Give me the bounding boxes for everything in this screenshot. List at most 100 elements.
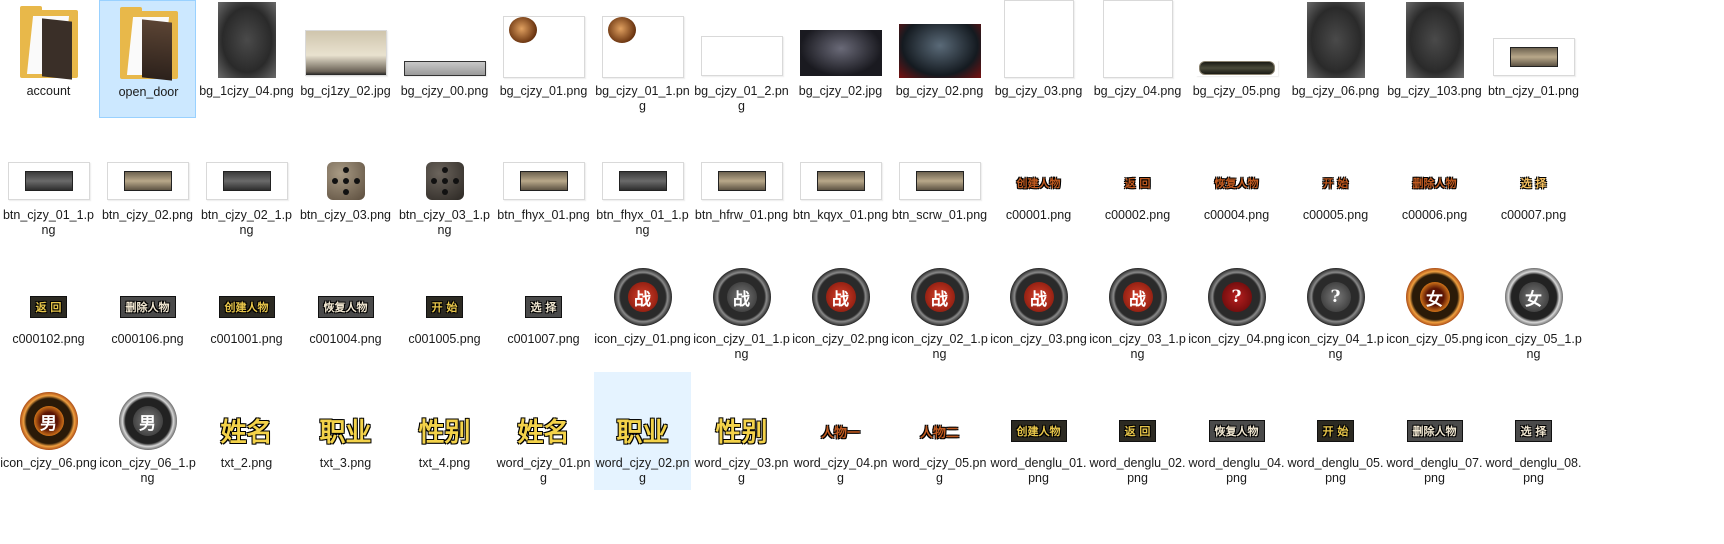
- file-item[interactable]: 选 择 c00007.png: [1485, 124, 1582, 242]
- folder-item[interactable]: account: [0, 0, 97, 118]
- file-item[interactable]: btn_scrw_01.png: [891, 124, 988, 242]
- emblem-glyph: 战: [726, 282, 757, 312]
- file-item[interactable]: 选 择 word_denglu_08.png: [1485, 372, 1582, 490]
- file-item[interactable]: 返 回 c000102.png: [0, 248, 97, 366]
- file-item[interactable]: btn_cjzy_01.png: [1485, 0, 1582, 118]
- file-item[interactable]: bg_cjzy_04.png: [1089, 0, 1186, 118]
- file-item[interactable]: 返 回 c00002.png: [1089, 124, 1186, 242]
- image-thumbnail: 创建人物: [1008, 166, 1070, 200]
- file-item[interactable]: 创建人物 c00001.png: [990, 124, 1087, 242]
- file-name-label: account: [26, 84, 71, 98]
- button-bar-icon: [1509, 47, 1558, 67]
- file-item[interactable]: 返 回 word_denglu_02.png: [1089, 372, 1186, 490]
- file-item[interactable]: 创建人物 c001001.png: [198, 248, 295, 366]
- file-item[interactable]: 删除人物 c00006.png: [1386, 124, 1483, 242]
- file-item[interactable]: 男 icon_cjzy_06_1.png: [99, 372, 196, 490]
- file-item[interactable]: 姓名 word_cjzy_01.png: [495, 372, 592, 490]
- file-item[interactable]: btn_kqyx_01.png: [792, 124, 889, 242]
- file-name-label: c00002.png: [1104, 208, 1171, 222]
- file-item[interactable]: 选 择 c001007.png: [495, 248, 592, 366]
- file-name-label: bg_cj1zy_02.jpg: [300, 84, 391, 98]
- file-item[interactable]: 创建人物 word_denglu_01.png: [990, 372, 1087, 490]
- file-name-label: c00006.png: [1401, 208, 1468, 222]
- file-thumbnail: 创建人物: [990, 124, 1087, 206]
- file-thumbnail: [99, 124, 196, 206]
- file-item[interactable]: 开 始 c001005.png: [396, 248, 493, 366]
- file-item[interactable]: ? icon_cjzy_04.png: [1188, 248, 1285, 366]
- file-item[interactable]: 职业 txt_3.png: [297, 372, 394, 490]
- file-item[interactable]: ? icon_cjzy_04_1.png: [1287, 248, 1384, 366]
- file-item[interactable]: bg_cjzy_05.png: [1188, 0, 1285, 118]
- emblem-icon: ?: [1207, 268, 1266, 326]
- file-item[interactable]: 恢复人物 c001004.png: [297, 248, 394, 366]
- image-text-glyph: 开 始: [425, 296, 464, 318]
- file-name-label: word_denglu_04.png: [1188, 456, 1285, 485]
- folder-item[interactable]: open_door: [99, 0, 196, 118]
- file-item[interactable]: 性别 txt_4.png: [396, 372, 493, 490]
- file-item[interactable]: 恢复人物 word_denglu_04.png: [1188, 372, 1285, 490]
- file-name-label: c001004.png: [309, 332, 382, 346]
- file-item[interactable]: 开 始 word_denglu_05.png: [1287, 372, 1384, 490]
- dice-pip: [441, 167, 448, 173]
- file-thumbnail: 男: [0, 372, 97, 454]
- file-item[interactable]: 战 icon_cjzy_02.png: [792, 248, 889, 366]
- file-item[interactable]: 战 icon_cjzy_03_1.png: [1089, 248, 1186, 366]
- file-item[interactable]: btn_fhyx_01.png: [495, 124, 592, 242]
- file-item[interactable]: 姓名 txt_2.png: [198, 372, 295, 490]
- file-thumbnail: 返 回: [0, 248, 97, 330]
- file-name-label: bg_cjzy_02.png: [895, 84, 984, 98]
- file-thumbnail: [594, 124, 691, 206]
- file-item[interactable]: 删除人物 word_denglu_07.png: [1386, 372, 1483, 490]
- file-item[interactable]: 男 icon_cjzy_06.png: [0, 372, 97, 490]
- file-item[interactable]: 战 icon_cjzy_01_1.png: [693, 248, 790, 366]
- file-item[interactable]: bg_cjzy_02.jpg: [792, 0, 889, 118]
- image-thumbnail: [1306, 2, 1365, 78]
- file-item[interactable]: 恢复人物 c00004.png: [1188, 124, 1285, 242]
- file-item[interactable]: 战 icon_cjzy_03.png: [990, 248, 1087, 366]
- file-name-label: icon_cjzy_01.png: [594, 332, 691, 346]
- file-item[interactable]: 人物二 word_cjzy_05.png: [891, 372, 988, 490]
- file-name-label: icon_cjzy_02_1.png: [891, 332, 988, 361]
- file-item[interactable]: bg_cjzy_03.png: [990, 0, 1087, 118]
- file-thumbnail: ?: [1287, 248, 1384, 330]
- file-item[interactable]: bg_1cjzy_04.png: [198, 0, 295, 118]
- file-item[interactable]: 战 icon_cjzy_01.png: [594, 248, 691, 366]
- file-item[interactable]: bg_cjzy_00.png: [396, 0, 493, 118]
- file-item[interactable]: btn_cjzy_01_1.png: [0, 124, 97, 242]
- file-name-label: word_denglu_02.png: [1089, 456, 1186, 485]
- file-thumbnail: 返 回: [1089, 372, 1186, 454]
- file-item[interactable]: 性别 word_cjzy_03.png: [693, 372, 790, 490]
- image-text-glyph: 返 回: [1124, 177, 1151, 190]
- emblem-icon: 女: [1504, 268, 1563, 326]
- file-thumbnail: [1188, 0, 1285, 82]
- image-text-glyph: 姓名: [220, 417, 273, 448]
- image-thumbnail: 选 择: [1503, 166, 1565, 200]
- file-item[interactable]: btn_cjzy_02.png: [99, 124, 196, 242]
- file-item[interactable]: 删除人物 c000106.png: [99, 248, 196, 366]
- file-item[interactable]: bg_cjzy_103.png: [1386, 0, 1483, 118]
- file-item[interactable]: btn_hfrw_01.png: [693, 124, 790, 242]
- file-item[interactable]: 女 icon_cjzy_05.png: [1386, 248, 1483, 366]
- file-name-label: c001001.png: [210, 332, 283, 346]
- file-item[interactable]: 女 icon_cjzy_05_1.png: [1485, 248, 1582, 366]
- file-item[interactable]: 开 始 c00005.png: [1287, 124, 1384, 242]
- file-item[interactable]: bg_cjzy_02.png: [891, 0, 988, 118]
- file-thumbnail: [0, 0, 97, 82]
- button-bar-icon: [618, 171, 667, 191]
- file-item[interactable]: btn_cjzy_02_1.png: [198, 124, 295, 242]
- file-name-label: word_cjzy_02.png: [595, 456, 690, 485]
- file-item[interactable]: 人物一 word_cjzy_04.png: [792, 372, 889, 490]
- file-item[interactable]: btn_cjzy_03_1.png: [396, 124, 493, 242]
- file-item[interactable]: bg_cjzy_01.png: [495, 0, 592, 118]
- file-item[interactable]: btn_cjzy_03.png: [297, 124, 394, 242]
- file-item[interactable]: bg_cj1zy_02.jpg: [297, 0, 394, 118]
- file-item[interactable]: 战 icon_cjzy_02_1.png: [891, 248, 988, 366]
- image-text-glyph: 返 回: [1118, 420, 1157, 442]
- file-item[interactable]: bg_cjzy_01_1.png: [594, 0, 691, 118]
- file-thumbnail: 删除人物: [1386, 372, 1483, 454]
- file-item[interactable]: 职业 word_cjzy_02.png: [594, 372, 691, 490]
- file-item[interactable]: btn_fhyx_01_1.png: [594, 124, 691, 242]
- file-item[interactable]: bg_cjzy_06.png: [1287, 0, 1384, 118]
- image-thumbnail: [7, 162, 90, 200]
- file-item[interactable]: bg_cjzy_01_2.png: [693, 0, 790, 118]
